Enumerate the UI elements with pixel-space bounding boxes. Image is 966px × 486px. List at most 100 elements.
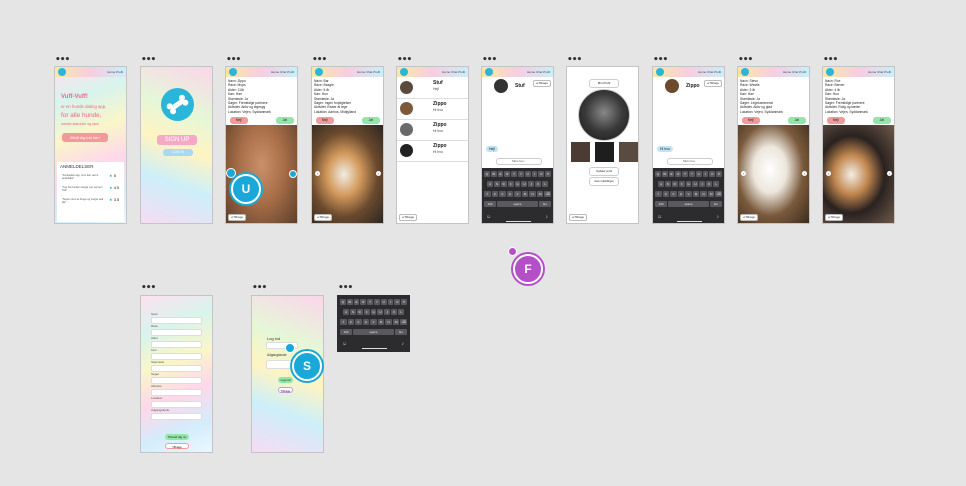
race-field[interactable]: [151, 329, 202, 336]
key[interactable]: F: [507, 181, 514, 187]
key[interactable]: V: [370, 319, 377, 325]
back-button[interactable]: ◂ Tilbage: [532, 80, 551, 87]
gallery-photo[interactable]: [619, 142, 638, 162]
keyboard[interactable]: QWERTYUIOP ASDFGHJKL ⇧ Z X C V B N M ⌫ 123 space G…: [482, 168, 553, 223]
key[interactable]: W: [346, 299, 353, 305]
frame-start[interactable]: SIGN UP LOG IN: [140, 66, 213, 224]
frame-menu-icon[interactable]: •••: [312, 56, 327, 65]
prev-photo-arrow-icon[interactable]: ‹: [315, 171, 320, 176]
location-field[interactable]: [151, 401, 202, 408]
message-input[interactable]: Skriv her...: [496, 158, 542, 165]
key[interactable]: E: [668, 171, 675, 177]
space-key[interactable]: space: [353, 329, 394, 335]
nav-home[interactable]: Home: [107, 70, 115, 74]
key[interactable]: G: [370, 309, 377, 315]
mic-icon[interactable]: ♪: [546, 214, 549, 220]
frame-signup-form[interactable]: Navn Race Alder Køn Stamtavle Søger Akti…: [140, 295, 213, 453]
chat-list-item[interactable]: Zippo Hi hvo: [397, 120, 468, 141]
space-key[interactable]: space: [497, 201, 538, 207]
keyboard[interactable]: QWERTYUIOP ASDFGHJKL ⇧ Z X C V B N M ⌫ 123 space G…: [653, 168, 724, 223]
key[interactable]: O: [394, 299, 401, 305]
nav-profil[interactable]: Profil: [458, 70, 465, 74]
mic-icon[interactable]: ♪: [717, 214, 720, 220]
profile-avatar[interactable]: [578, 89, 630, 141]
key[interactable]: K: [706, 181, 713, 187]
key[interactable]: B: [692, 191, 700, 197]
key[interactable]: T: [511, 171, 517, 177]
key[interactable]: H: [692, 181, 699, 187]
key[interactable]: Z: [347, 319, 355, 325]
key[interactable]: C: [506, 191, 514, 197]
logo-icon[interactable]: [826, 68, 834, 76]
numbers-key[interactable]: 123: [484, 201, 497, 207]
frame-chat-zippo[interactable]: Home Chat Profil Zippo ◂ Tilbage Hi hvo …: [652, 66, 725, 224]
key[interactable]: G: [685, 181, 692, 187]
shift-key[interactable]: ⇧: [483, 191, 491, 197]
key[interactable]: B: [521, 191, 529, 197]
key[interactable]: S: [664, 181, 671, 187]
key[interactable]: B: [377, 319, 385, 325]
key[interactable]: U: [524, 171, 531, 177]
save-settings-button[interactable]: Gem indstillinger: [589, 177, 619, 186]
key[interactable]: S: [349, 309, 356, 315]
key[interactable]: S: [493, 181, 500, 187]
back-button[interactable]: ◂ Tilbage: [569, 214, 588, 221]
key[interactable]: E: [497, 171, 504, 177]
frame-swipe-4[interactable]: Home Chat Profil Navn: Rox Race: Berner Al…: [822, 66, 895, 224]
numbers-key[interactable]: 123: [655, 201, 668, 207]
back-button[interactable]: ◂ Tilbage: [314, 214, 333, 221]
ja-button[interactable]: Ja!: [276, 117, 294, 124]
key[interactable]: Q: [484, 171, 490, 177]
nav-chat[interactable]: Chat: [451, 70, 457, 74]
key[interactable]: H: [377, 309, 384, 315]
back-button[interactable]: ◂ Tilbage: [825, 214, 844, 221]
prev-photo-arrow-icon[interactable]: ‹: [826, 171, 831, 176]
next-photo-arrow-icon[interactable]: ›: [887, 171, 892, 176]
frame-chat-stuf[interactable]: Home Chat Profil Stuf ◂ Tilbage Hej! Skr…: [481, 66, 554, 224]
backspace-key[interactable]: ⌫: [715, 191, 723, 197]
key[interactable]: X: [670, 191, 677, 197]
frame-menu-icon[interactable]: •••: [482, 56, 497, 65]
key[interactable]: I: [387, 299, 394, 305]
key[interactable]: M: [536, 191, 544, 197]
go-key[interactable]: Go: [394, 329, 407, 335]
seeking-field[interactable]: [151, 377, 202, 384]
frame-menu-icon[interactable]: •••: [738, 56, 753, 65]
message-input[interactable]: Skriv her...: [667, 158, 713, 165]
key[interactable]: D: [356, 309, 363, 315]
nav-profil[interactable]: Profil: [884, 70, 891, 74]
ja-button[interactable]: Ja!: [362, 117, 380, 124]
nav-chat[interactable]: Chat: [366, 70, 372, 74]
chat-list-item[interactable]: Zippo Hi hvo: [397, 99, 468, 120]
nav-home[interactable]: Home: [527, 70, 535, 74]
age-field[interactable]: [151, 341, 202, 348]
key[interactable]: N: [385, 319, 392, 325]
key[interactable]: L: [542, 181, 549, 187]
frame-swipe-3[interactable]: Home Chat Profil Navn: Stevo Race: Westie…: [737, 66, 810, 224]
back-button[interactable]: ◂ Tilbage: [703, 80, 722, 87]
nav-home[interactable]: Home: [442, 70, 450, 74]
frame-menu-icon[interactable]: •••: [141, 56, 156, 65]
chat-list-item[interactable]: Stuf Hej!: [397, 78, 468, 99]
key[interactable]: O: [709, 171, 716, 177]
back-button[interactable]: ◂ Tilbage: [228, 214, 247, 221]
frame-menu-icon[interactable]: •••: [397, 56, 412, 65]
key[interactable]: K: [391, 309, 398, 315]
backspace-key[interactable]: ⌫: [400, 319, 408, 325]
logo-icon[interactable]: [58, 68, 66, 76]
nav-profil[interactable]: Profil: [373, 70, 380, 74]
go-key[interactable]: Go: [538, 201, 551, 207]
key[interactable]: Y: [374, 299, 380, 305]
login-submit-button[interactable]: Log ind: [278, 377, 293, 383]
shift-key[interactable]: ⇧: [339, 319, 347, 325]
key[interactable]: H: [521, 181, 528, 187]
key[interactable]: J: [384, 309, 391, 315]
nav-chat[interactable]: Chat: [536, 70, 542, 74]
key[interactable]: F: [678, 181, 685, 187]
nej-button[interactable]: Nej!: [316, 117, 334, 124]
key[interactable]: Q: [340, 299, 346, 305]
key[interactable]: Z: [662, 191, 670, 197]
frame-menu-icon[interactable]: •••: [653, 56, 668, 65]
activity-field[interactable]: [151, 389, 202, 396]
frame-my-profile[interactable]: Min Profil Opdater profil Gem indstillin…: [566, 66, 639, 224]
